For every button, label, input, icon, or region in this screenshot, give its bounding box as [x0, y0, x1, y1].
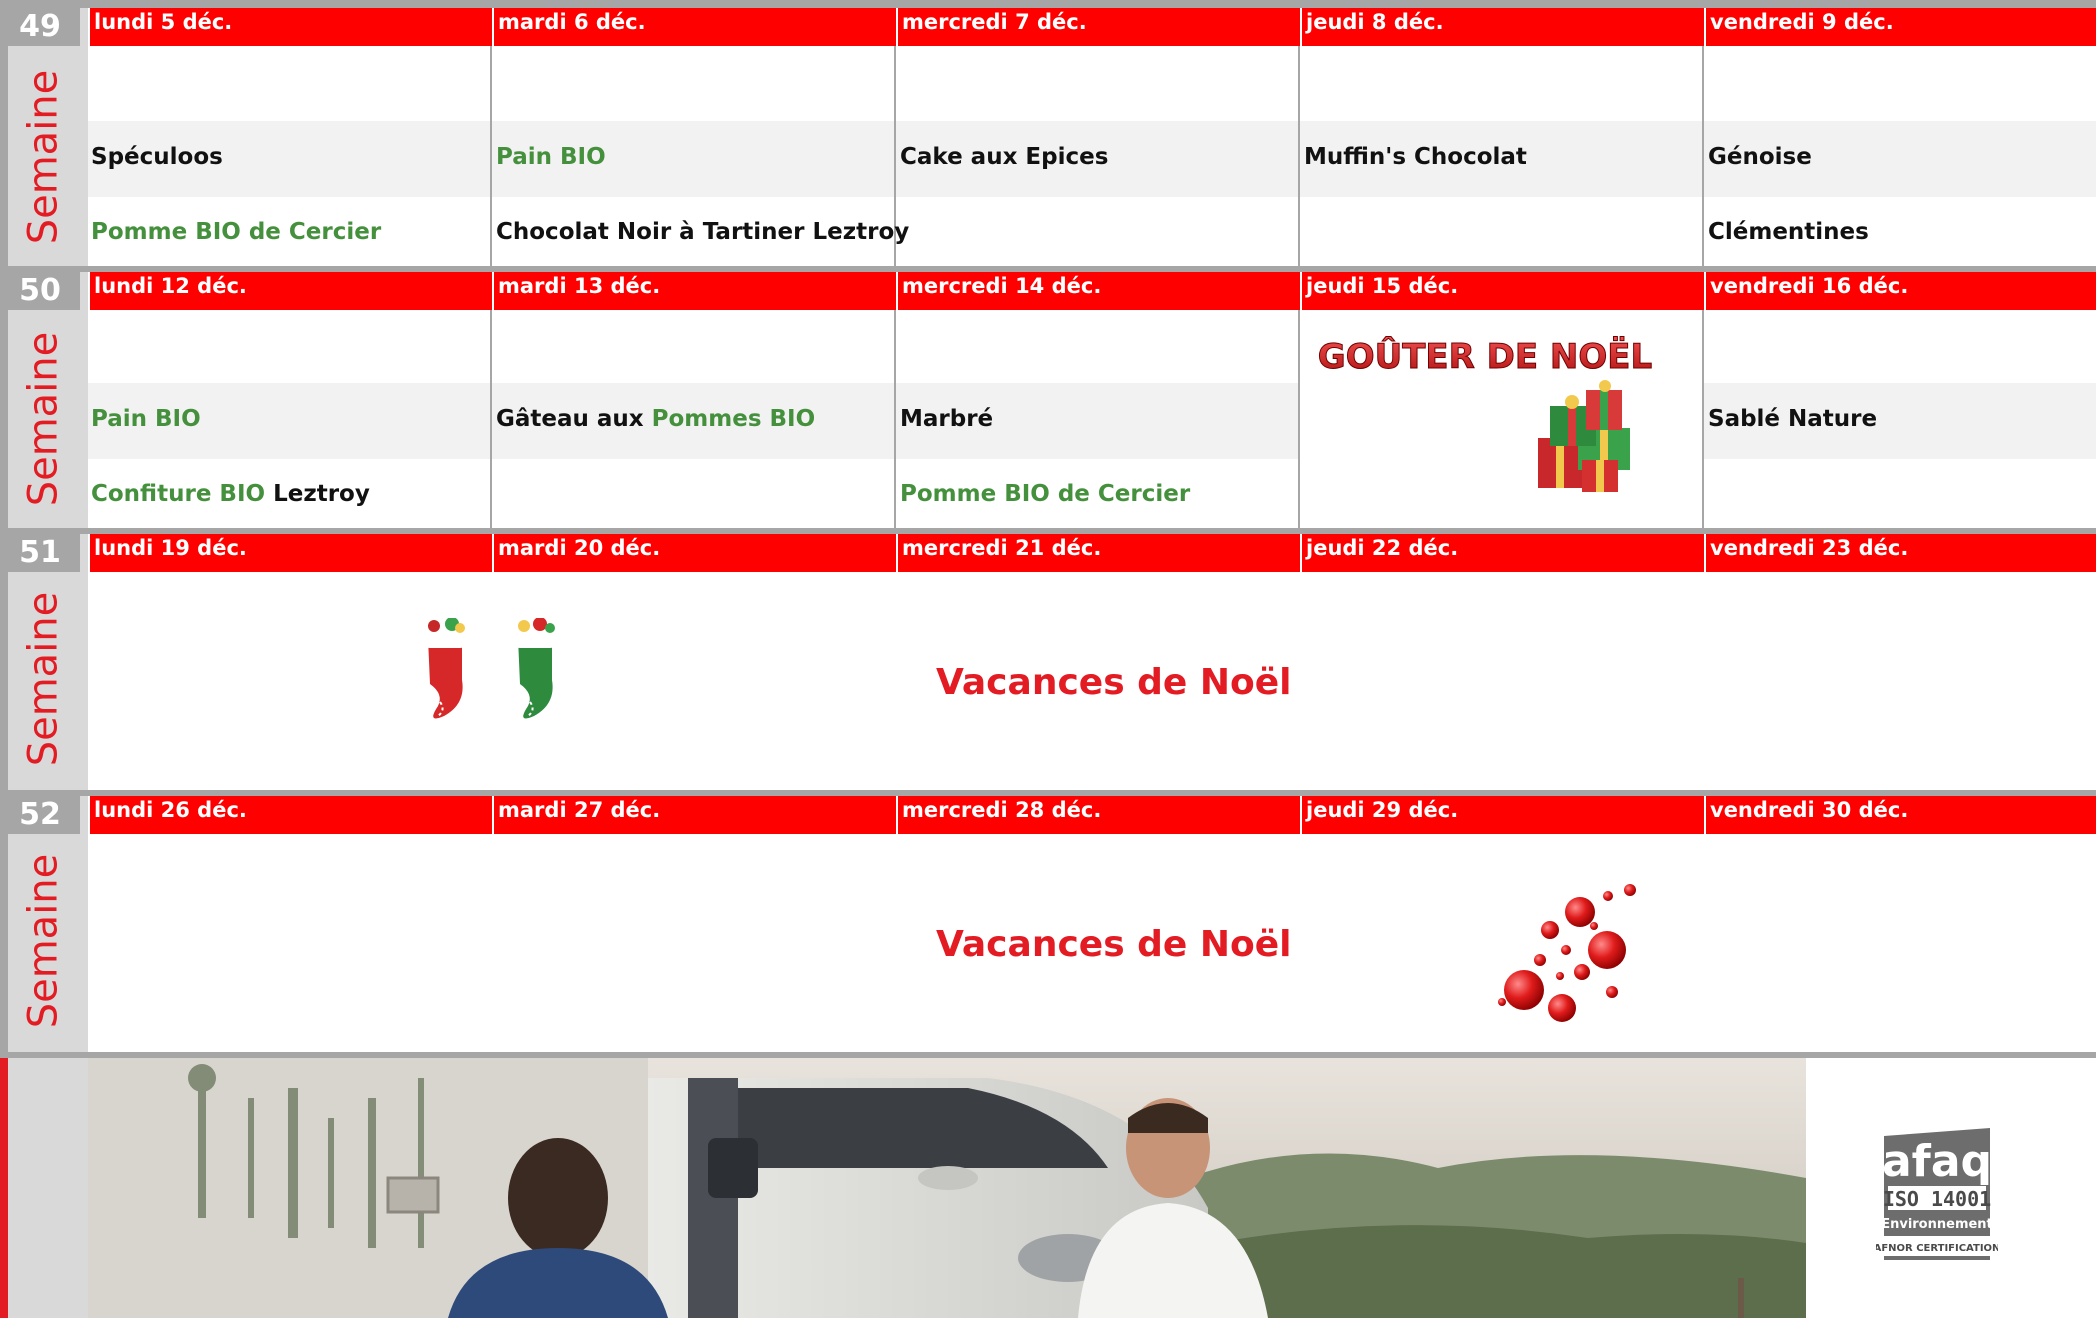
- menu-item: Clémentines: [1708, 219, 1869, 245]
- delivery-photo: [88, 1058, 1806, 1318]
- week-52: 52 Semaine lundi 26 déc. mardi 27 déc. m…: [0, 796, 2096, 1054]
- day-header: mardi 6 déc.: [492, 8, 896, 46]
- top-border: [0, 0, 2096, 8]
- day-header: lundi 19 déc.: [88, 534, 492, 572]
- menu-item: Confiture BIO Leztroy: [91, 481, 370, 507]
- day-header: mercredi 14 déc.: [896, 272, 1300, 310]
- day-header: lundi 26 déc.: [88, 796, 492, 834]
- column-divider: [1298, 46, 1300, 270]
- column-divider: [1702, 310, 1704, 532]
- menu-item: Génoise: [1708, 144, 1812, 170]
- day-header: mardi 27 déc.: [492, 796, 896, 834]
- week-number: 49: [0, 8, 80, 46]
- svg-text:Environnement: Environnement: [1881, 1217, 1993, 1232]
- christmas-baubles-icon: [1498, 884, 1636, 1022]
- column-divider: [894, 310, 896, 532]
- menu-item: Pain BIO: [496, 144, 606, 170]
- day-header: vendredi 23 déc.: [1704, 534, 2096, 572]
- week-label: Semaine: [20, 69, 66, 245]
- gifts-icon: [1538, 380, 1630, 492]
- week-49: 49 Semaine lundi 5 déc. mardi 6 déc. mer…: [0, 8, 2096, 270]
- footer-sidebar: [0, 1058, 88, 1318]
- menu-item: Spéculoos: [91, 144, 223, 170]
- svg-text:afaq: afaq: [1882, 1136, 1992, 1187]
- week-number: 51: [0, 534, 80, 572]
- day-header: vendredi 16 déc.: [1704, 272, 2096, 310]
- svg-text:ISO 14001: ISO 14001: [1883, 1187, 1991, 1211]
- week-50: 50 Semaine lundi 12 déc. mardi 13 déc. m…: [0, 272, 2096, 532]
- day-header: vendredi 9 déc.: [1704, 8, 2096, 46]
- menu-item: Pomme BIO de Cercier: [900, 481, 1191, 507]
- christmas-stockings-icon: [424, 618, 556, 719]
- day-header: jeudi 15 déc.: [1300, 272, 1704, 310]
- week-51: 51 Semaine lundi 19 déc. mardi 20 déc. m…: [0, 534, 2096, 792]
- holiday-label: Vacances de Noël: [936, 662, 1292, 703]
- day-header: jeudi 8 déc.: [1300, 8, 1704, 46]
- week-label: Semaine: [20, 853, 66, 1029]
- svg-text:AFNOR CERTIFICATION: AFNOR CERTIFICATION: [1876, 1243, 1998, 1254]
- menu-calendar: 49 Semaine lundi 5 déc. mardi 6 déc. mer…: [0, 0, 2096, 1318]
- gouter-de-noel-title: GOÛTER DE NOËL: [1318, 336, 1652, 377]
- week-label: Semaine: [20, 331, 66, 507]
- day-header: mercredi 21 déc.: [896, 534, 1300, 572]
- day-header: jeudi 22 déc.: [1300, 534, 1704, 572]
- column-divider: [490, 46, 492, 270]
- menu-item: Chocolat Noir à Tartiner Leztroy: [496, 219, 910, 245]
- menu-item: Muffin's Chocolat: [1304, 144, 1527, 170]
- week-number: 52: [0, 796, 80, 834]
- day-header: jeudi 29 déc.: [1300, 796, 1704, 834]
- menu-item: Cake aux Epices: [900, 144, 1109, 170]
- week-number: 50: [0, 272, 80, 310]
- gouter-de-noel-illustration: GOÛTER DE NOËL: [1317, 336, 1653, 492]
- day-header: vendredi 30 déc.: [1704, 796, 2096, 834]
- day-header: mardi 13 déc.: [492, 272, 896, 310]
- menu-item: Pain BIO: [91, 406, 201, 432]
- day-header: lundi 12 déc.: [88, 272, 492, 310]
- menu-item: Marbré: [900, 406, 994, 432]
- menu-item: Pomme BIO de Cercier: [91, 219, 382, 245]
- red-stocking: [424, 618, 466, 719]
- holiday-label: Vacances de Noël: [936, 924, 1292, 965]
- column-divider: [1702, 46, 1704, 270]
- green-stocking: [514, 618, 556, 719]
- menu-item: Gâteau aux Pommes BIO: [496, 406, 816, 432]
- day-header: mardi 20 déc.: [492, 534, 896, 572]
- menu-item: Sablé Nature: [1708, 406, 1878, 432]
- afaq-iso-14001-logo: afaq ISO 14001 Environnement AFNOR CERTI…: [1876, 1128, 1998, 1260]
- week-label: Semaine: [20, 591, 66, 767]
- column-divider: [490, 310, 492, 532]
- day-header: mercredi 28 déc.: [896, 796, 1300, 834]
- day-header: lundi 5 déc.: [88, 8, 492, 46]
- day-header: mercredi 7 déc.: [896, 8, 1300, 46]
